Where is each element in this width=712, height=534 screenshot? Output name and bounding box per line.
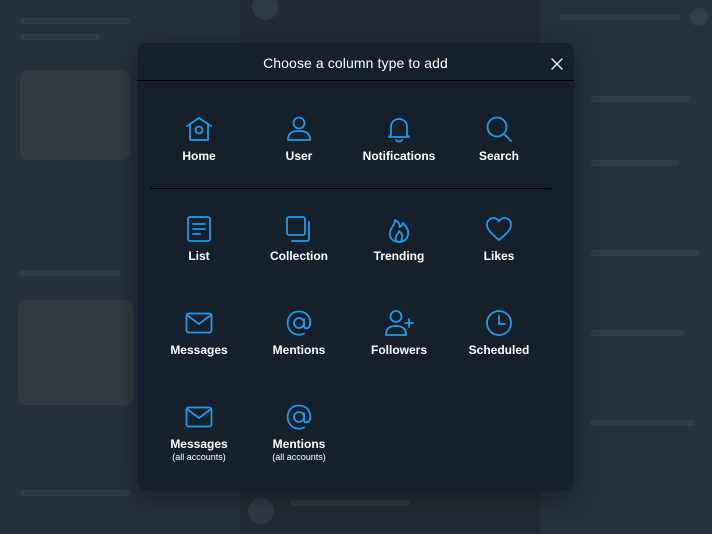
column-type-collection[interactable]: Collection xyxy=(249,213,349,263)
column-type-search[interactable]: Search xyxy=(449,113,549,163)
column-type-messages[interactable]: Messages xyxy=(149,307,249,357)
column-type-label: Notifications xyxy=(362,149,436,163)
column-type-mentions[interactable]: Mentions xyxy=(249,307,349,357)
column-type-mentions-all-accounts[interactable]: Mentions (all accounts) xyxy=(249,401,349,462)
section-divider xyxy=(150,188,551,189)
heart-icon xyxy=(486,217,512,241)
column-type-label: Mentions xyxy=(272,343,326,357)
user-icon xyxy=(287,116,311,141)
at-icon xyxy=(286,404,312,430)
column-type-sublabel: (all accounts) xyxy=(272,452,326,462)
envelope-icon xyxy=(185,406,213,428)
flame-icon xyxy=(388,219,410,243)
column-type-label: Messages xyxy=(170,437,228,451)
column-type-label: Followers xyxy=(370,343,427,357)
list-icon xyxy=(187,216,211,242)
column-type-label: Messages xyxy=(170,343,228,357)
column-type-label: Mentions xyxy=(272,437,326,451)
dialog-title: Choose a column type to add xyxy=(263,55,448,71)
close-icon xyxy=(551,58,563,70)
search-icon xyxy=(486,116,512,142)
close-button[interactable] xyxy=(548,55,566,73)
column-type-notifications[interactable]: Notifications xyxy=(349,113,449,163)
column-type-user[interactable]: User xyxy=(249,113,349,163)
dialog-header: Choose a column type to add xyxy=(137,43,574,81)
column-type-sublabel: (all accounts) xyxy=(172,452,226,462)
envelope-icon xyxy=(185,312,213,334)
column-type-followers[interactable]: Followers xyxy=(349,307,449,357)
column-type-home[interactable]: Home xyxy=(149,113,249,163)
at-icon xyxy=(286,310,312,336)
clock-icon xyxy=(486,310,512,336)
column-type-label: User xyxy=(285,149,313,163)
column-type-trending[interactable]: Trending xyxy=(349,213,449,263)
column-type-label: Collection xyxy=(269,249,328,263)
collection-icon xyxy=(286,216,310,242)
column-type-list[interactable]: List xyxy=(149,213,249,263)
column-type-label: Home xyxy=(182,149,216,163)
add-column-dialog: Choose a column type to add Home User No… xyxy=(137,43,574,491)
column-type-scheduled[interactable]: Scheduled xyxy=(449,307,549,357)
add-user-icon xyxy=(385,310,414,336)
column-type-label: Search xyxy=(478,149,520,163)
column-type-label: Trending xyxy=(373,249,425,263)
home-icon xyxy=(186,117,212,141)
column-type-label: List xyxy=(188,249,210,263)
column-type-messages-all-accounts[interactable]: Messages (all accounts) xyxy=(149,401,249,462)
column-type-likes[interactable]: Likes xyxy=(449,213,549,263)
column-type-label: Likes xyxy=(483,249,515,263)
bell-icon xyxy=(388,118,410,143)
column-type-label: Scheduled xyxy=(468,343,530,357)
